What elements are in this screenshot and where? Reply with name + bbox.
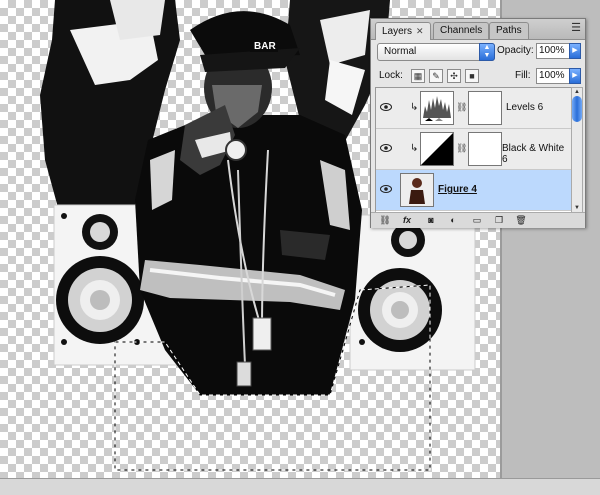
opacity-input[interactable]: 100% (536, 43, 570, 59)
clipping-arrow-icon: ↳ (410, 102, 419, 113)
eye-icon[interactable] (380, 102, 392, 112)
layer-mask-thumbnail[interactable] (468, 132, 502, 166)
panel-tab-bar: Layers ✕ Channels Paths ☰ (371, 19, 585, 40)
tab-paths[interactable]: Paths (489, 22, 529, 39)
opacity-label: Opacity: (497, 45, 534, 56)
eye-icon[interactable] (380, 143, 392, 153)
link-icon[interactable]: ⛓ (456, 102, 467, 113)
trash-icon[interactable]: 🗑 (513, 214, 529, 227)
close-icon[interactable]: ✕ (416, 26, 424, 36)
eye-icon[interactable] (380, 184, 392, 194)
fill-input[interactable]: 100% (536, 68, 570, 84)
clipping-arrow-icon: ↳ (410, 143, 419, 154)
adjustment-icon[interactable]: ◐ (445, 214, 461, 227)
layer-row-black-white-6[interactable]: ↳ ⛓ Black & White 6 (376, 129, 572, 170)
fx-icon[interactable]: fx (399, 214, 415, 227)
link-layers-icon[interactable]: ⛓ (377, 214, 393, 227)
fill-slider-arrow-icon[interactable]: ▶ (569, 68, 581, 84)
chevron-updown-icon: ▲ ▼ (479, 43, 495, 61)
blend-mode-select[interactable]: Normal ▲ ▼ (377, 43, 495, 61)
layer-name[interactable]: Black & White 6 (502, 143, 572, 165)
tab-layers[interactable]: Layers ✕ (375, 22, 431, 40)
lock-move-icon[interactable]: ✣ (447, 69, 461, 83)
scroll-down-icon[interactable]: ▼ (572, 204, 582, 212)
scroll-up-icon[interactable]: ▲ (572, 88, 582, 96)
tab-channels[interactable]: Channels (433, 22, 490, 39)
layers-list[interactable]: ↳ ⛓ Levels 6 ↳ ⛓ Black & White 6 Figure … (375, 87, 573, 213)
tab-channels-label: Channels (440, 25, 483, 36)
fill-label: Fill: (515, 70, 531, 81)
blend-mode-value: Normal (384, 46, 417, 57)
speaker-right (349, 214, 476, 371)
opacity-slider-arrow-icon[interactable]: ▶ (569, 43, 581, 59)
layer-name[interactable]: Figure 4 (438, 184, 477, 195)
layer-row-figure-4[interactable]: Figure 4 (376, 170, 572, 211)
folder-icon[interactable]: ▭ (469, 214, 485, 227)
new-layer-icon[interactable]: ❐ (491, 214, 507, 227)
lock-all-icon[interactable]: ■ (465, 69, 479, 83)
cap-text: BAR (254, 41, 276, 52)
status-bar (0, 478, 600, 495)
lock-transparent-icon[interactable]: ▦ (411, 69, 425, 83)
panel-bottom-toolbar: ⛓ fx ◙ ◐ ▭ ❐ 🗑 (371, 212, 585, 228)
lock-brush-icon[interactable]: ✎ (429, 69, 443, 83)
black-white-thumbnail-icon (420, 132, 454, 166)
link-icon[interactable]: ⛓ (456, 143, 467, 154)
scroll-thumb[interactable] (572, 96, 582, 122)
layer-row-levels-6[interactable]: ↳ ⛓ Levels 6 (376, 88, 572, 129)
levels-thumbnail-icon (420, 91, 454, 125)
layer-name[interactable]: Levels 6 (506, 102, 543, 113)
layers-panel[interactable]: Layers ✕ Channels Paths ☰ Normal ▲ ▼ Opaci… (370, 18, 586, 228)
layers-scrollbar[interactable]: ▲ ▼ (571, 87, 583, 213)
mask-icon[interactable]: ◙ (423, 214, 439, 227)
layer-mask-thumbnail[interactable] (468, 91, 502, 125)
tab-paths-label: Paths (496, 25, 522, 36)
tab-layers-label: Layers (382, 26, 413, 37)
panel-menu-icon[interactable]: ☰ (571, 21, 581, 34)
figure-thumbnail-icon (400, 173, 434, 207)
lock-label: Lock: (379, 70, 403, 81)
